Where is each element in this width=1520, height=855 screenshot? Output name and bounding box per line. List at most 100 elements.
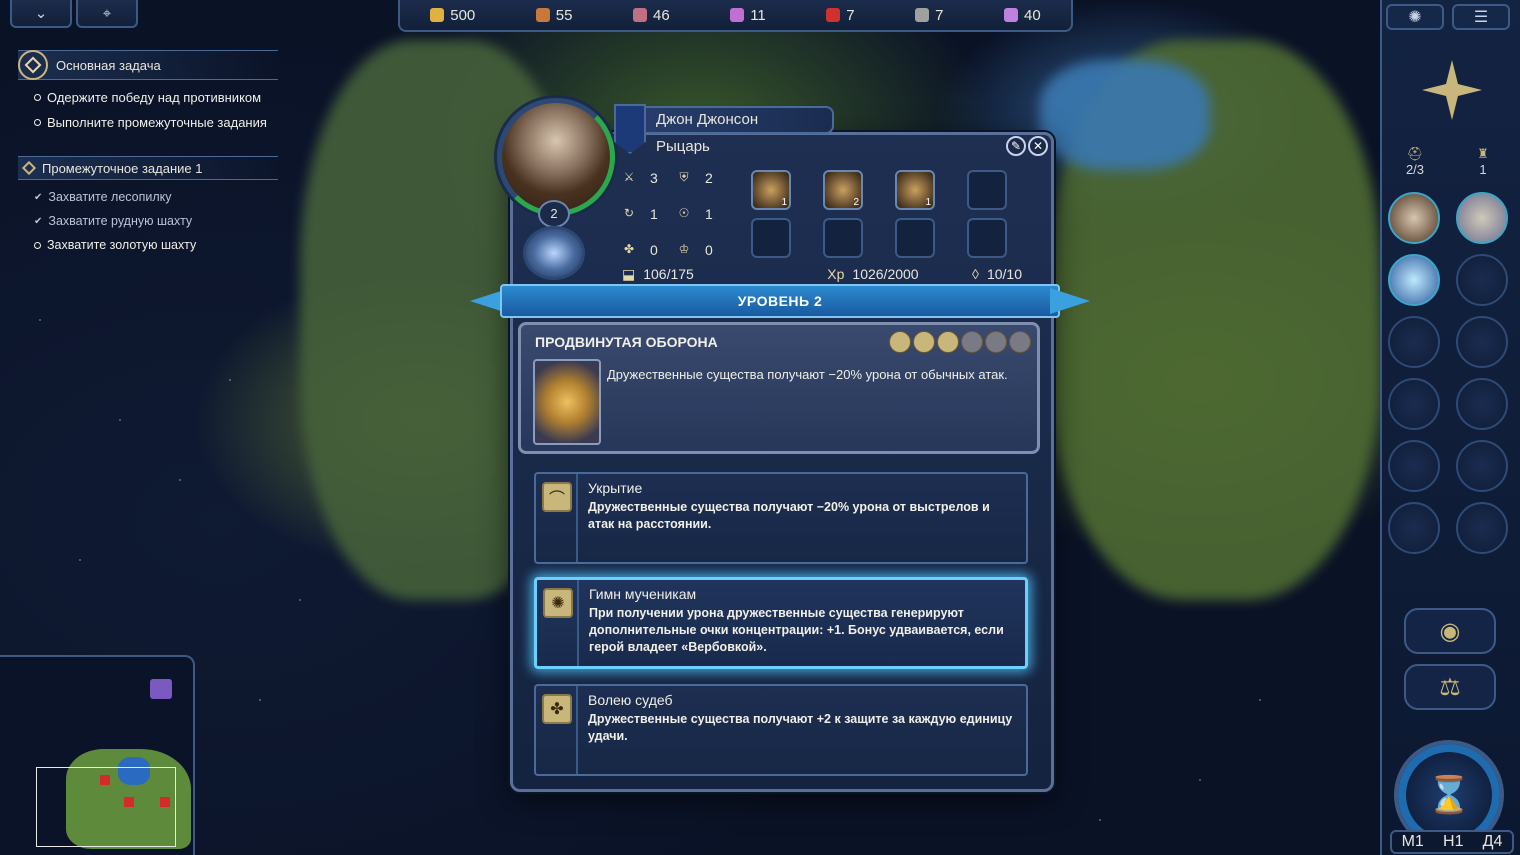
hamburger-menu-icon: ☰ <box>1473 9 1489 26</box>
sub-quest-item: Захватите золотую шахту <box>34 238 278 252</box>
town-slot-empty[interactable] <box>1456 254 1508 306</box>
hero-slot-empty[interactable] <box>1388 502 1440 554</box>
gem-icon <box>826 8 841 22</box>
hero-slot-portrait[interactable] <box>1388 192 1440 244</box>
artifact-slot-empty[interactable] <box>967 170 1007 210</box>
artifact-slot-empty[interactable] <box>895 218 935 258</box>
close-button[interactable]: ✕ <box>1028 136 1048 156</box>
banner-right-wing <box>1050 288 1090 314</box>
ore-icon <box>633 8 647 22</box>
week-label: Н1 <box>1443 833 1464 850</box>
skill-option-shelter[interactable]: ⌒ Укрытие Дружественные существа получаю… <box>534 472 1028 564</box>
skill-option-description: Дружественные существа получают −20% уро… <box>588 500 990 531</box>
faction-emblem <box>1398 40 1506 140</box>
main-quest-header[interactable]: Основная задача <box>18 50 278 80</box>
hero-slot-empty[interactable] <box>1388 440 1440 492</box>
resource-gold: 500 <box>430 7 475 24</box>
town-slot-empty[interactable] <box>1456 440 1508 492</box>
skill-tag-icon <box>985 331 1007 353</box>
stat-knowledge: ☉ 1 <box>678 206 713 222</box>
menu-button[interactable]: ☰ <box>1452 4 1510 30</box>
calendar-date: М1 Н1 Д4 <box>1390 830 1514 854</box>
skill-option-hymn[interactable]: ✺ Гимн мученикам При получении урона дру… <box>534 577 1028 669</box>
artifact-slot-empty[interactable] <box>823 218 863 258</box>
sun-icon: ✺ <box>1408 9 1422 26</box>
right-panel: ✺ ☰ ⛑ 2/3 ♜ 1 ◉ ⚖ ⌛ М1 Н1 Д4 <box>1380 0 1520 855</box>
hero-resources-row: ⬓ 106/175 Xp 1026/2000 ◊ 10/10 <box>622 266 1032 283</box>
hero-specialty-icon[interactable] <box>523 226 585 280</box>
checkmark-icon: ✔ <box>34 191 43 203</box>
current-skill-card: ПРОДВИНУТАЯ ОБОРОНА Дружественные сущест… <box>518 322 1040 454</box>
quest-item: Выполните промежуточные задания <box>34 115 278 130</box>
minimap-castle-icon <box>160 797 170 807</box>
sub-quest-header[interactable]: Промежуточное задание 1 <box>18 156 278 180</box>
artifact-slot-empty[interactable] <box>967 218 1007 258</box>
scales-icon: ⚖ <box>1439 673 1461 701</box>
mana-points: ◊ 10/10 <box>972 266 1022 282</box>
crystal-icon <box>730 8 745 22</box>
skill-option-title: Гимн мученикам <box>589 586 697 602</box>
helmet-icon: ⛑ <box>1406 146 1424 161</box>
heroes-counter: ⛑ 2/3 <box>1390 146 1440 177</box>
minimap-event-icon[interactable] <box>150 679 172 699</box>
spellpower-icon: ↻ <box>623 206 635 220</box>
resource-wood: 55 <box>535 7 572 24</box>
skill-option-fate[interactable]: ✤ Волею судеб Дружественные существа пол… <box>534 684 1028 776</box>
stat-luck: ✤ 0 <box>623 242 658 258</box>
bullet-icon <box>34 241 41 249</box>
bullet-icon <box>34 119 41 126</box>
luck-icon: ✤ <box>623 242 635 256</box>
skill-tag-icon <box>937 331 959 353</box>
boot-icon: ⬓ <box>622 266 636 282</box>
knowledge-icon: ☉ <box>678 206 690 220</box>
town-slot-empty[interactable] <box>1456 378 1508 430</box>
level-banner: УРОВЕНЬ 2 <box>470 284 1090 318</box>
level-banner-text: УРОВЕНЬ 2 <box>737 293 823 309</box>
stat-spellpower: ↻ 1 <box>623 206 658 222</box>
towns-counter: ♜ 1 <box>1458 146 1508 177</box>
town-slot-castle[interactable] <box>1456 192 1508 244</box>
minimap[interactable] <box>0 655 195 855</box>
artifact-slot[interactable]: 2 <box>823 170 863 210</box>
tower-icon: ♜ <box>1477 146 1489 161</box>
map-marker-button[interactable]: ⌖ <box>76 0 138 28</box>
sub-quest-title: Промежуточное задание 1 <box>42 160 203 176</box>
shelter-icon: ⌒ <box>542 482 572 512</box>
artifact-slot[interactable]: 1 <box>895 170 935 210</box>
chevron-down-icon: ⌄ <box>34 5 48 22</box>
artifact-slot-empty[interactable] <box>751 218 791 258</box>
hero-slot-empty[interactable] <box>1388 378 1440 430</box>
diplomacy-scales-button[interactable]: ⚖ <box>1404 664 1496 710</box>
collapse-quests-button[interactable]: ⌄ <box>10 0 72 28</box>
settings-sun-button[interactable]: ✺ <box>1386 4 1444 30</box>
map-pin-icon: ⌖ <box>102 4 112 22</box>
resource-gem: 7 <box>826 7 855 24</box>
mana-drop-icon: ◊ <box>972 266 979 282</box>
town-slot-empty[interactable] <box>1456 502 1508 554</box>
mercury-icon <box>915 8 930 22</box>
morale-icon: ♔ <box>678 242 690 256</box>
resource-ore: 46 <box>633 7 670 24</box>
hero-slot-empty[interactable] <box>1388 316 1440 368</box>
skill-option-title: Укрытие <box>588 480 643 496</box>
minimap-castle-icon <box>100 775 110 785</box>
current-skill-title: ПРОДВИНУТАЯ ОБОРОНА <box>535 334 718 350</box>
compass-star-icon <box>1422 60 1482 120</box>
month-label: М1 <box>1401 833 1424 850</box>
attack-icon: ⚔ <box>623 170 635 184</box>
overview-eye-button[interactable]: ◉ <box>1404 608 1496 654</box>
main-quest-title: Основная задача <box>56 57 161 73</box>
map-lake <box>1040 60 1210 170</box>
skill-tag-icons <box>889 331 1031 353</box>
town-slot-empty[interactable] <box>1456 316 1508 368</box>
skill-option-title: Волею судеб <box>588 692 673 708</box>
hero-slot-portrait[interactable] <box>1388 254 1440 306</box>
movement-points: ⬓ 106/175 <box>622 266 694 282</box>
info-button[interactable]: ✎ <box>1006 136 1026 156</box>
checkmark-icon: ✔ <box>34 215 43 227</box>
skill-tag-icon <box>1009 331 1031 353</box>
stat-defense: ⛨ 2 <box>677 170 732 186</box>
fate-icon: ✤ <box>542 694 572 724</box>
minimap-castle-icon <box>124 797 134 807</box>
artifact-slot[interactable]: 1 <box>751 170 791 210</box>
